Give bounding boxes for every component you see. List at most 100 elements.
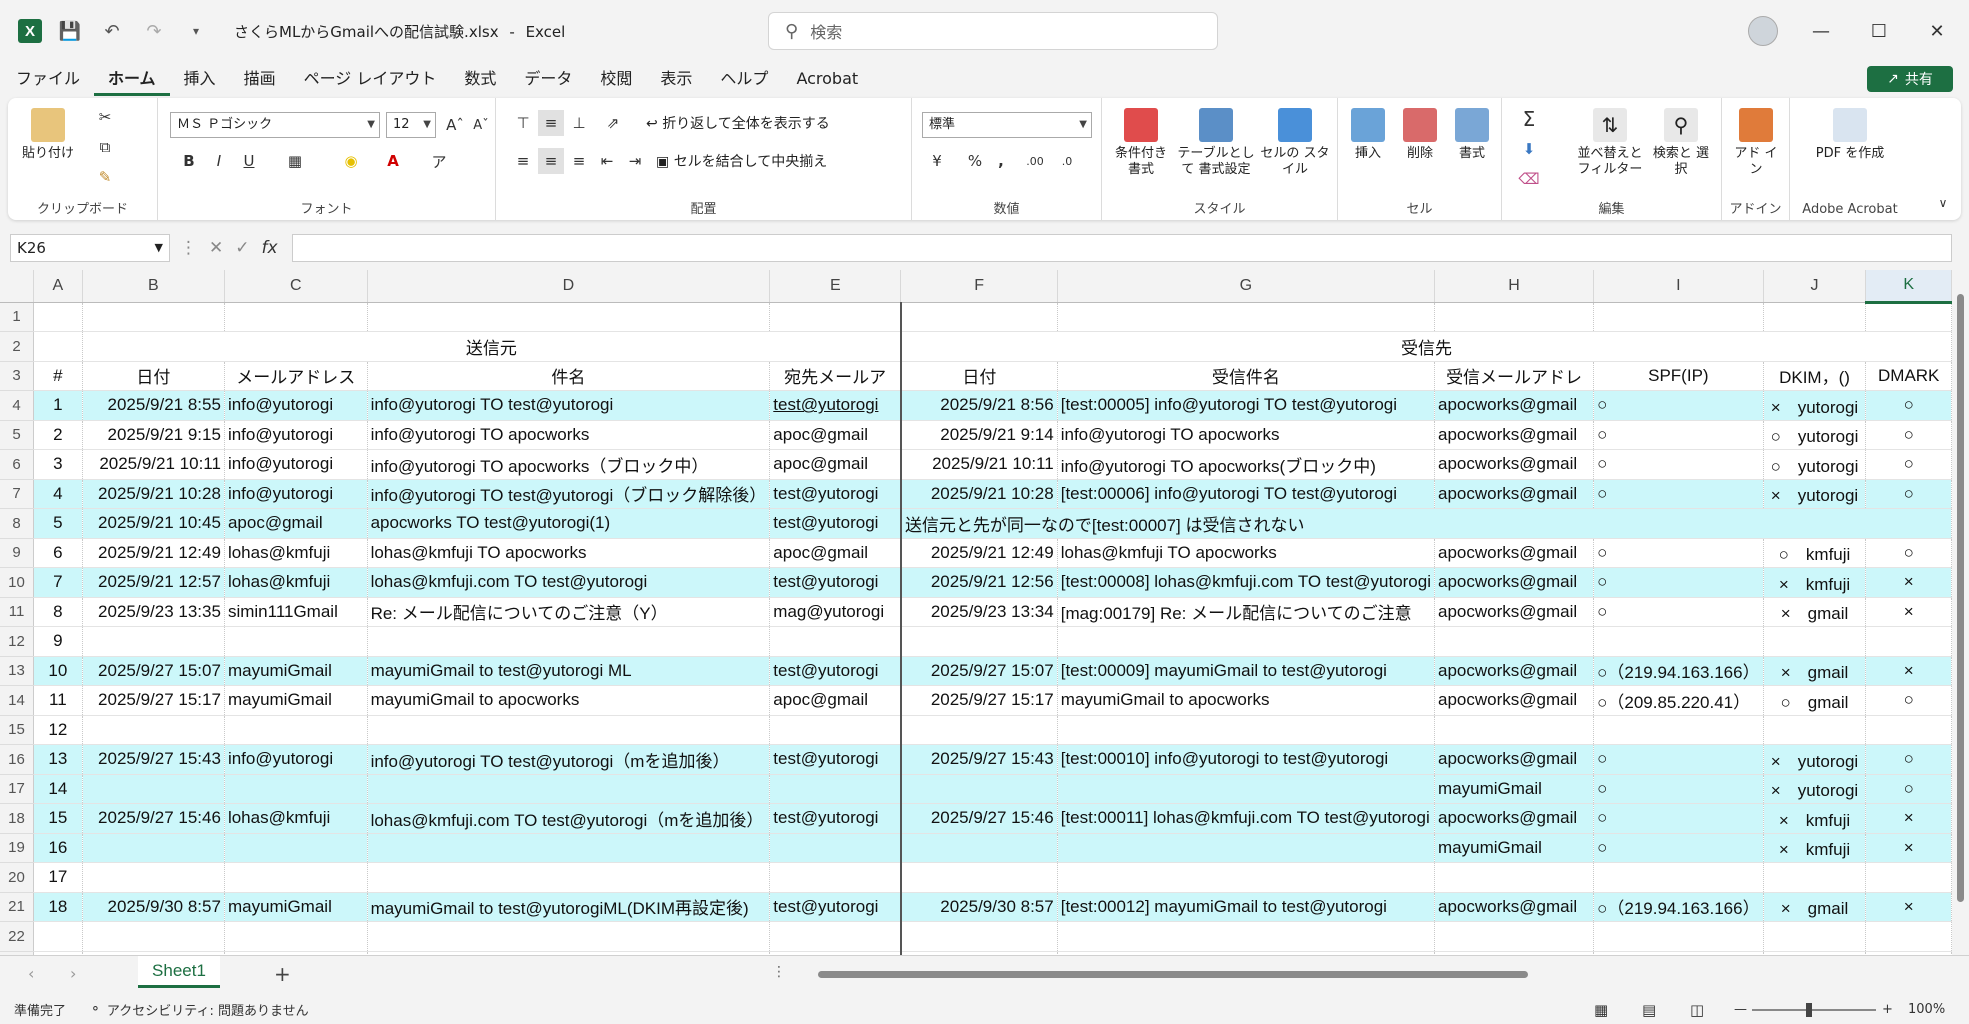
accessibility-icon[interactable]: ⚬ bbox=[90, 1002, 101, 1017]
cell-c[interactable] bbox=[224, 774, 368, 804]
cell-i[interactable]: ○ bbox=[1593, 744, 1764, 775]
column-header-i[interactable]: I bbox=[1593, 270, 1764, 303]
maximize-icon[interactable]: ☐ bbox=[1850, 0, 1908, 62]
cell-h[interactable]: mayumiGmail bbox=[1434, 833, 1595, 863]
cell-h[interactable]: apocworks@gmail bbox=[1434, 803, 1595, 834]
cell-g[interactable]: [test:00012] mayumiGmail to test@yutorog… bbox=[1057, 892, 1436, 922]
row-header[interactable]: 2 bbox=[0, 331, 35, 362]
cell-a[interactable]: 2 bbox=[33, 420, 83, 450]
insert-function-icon[interactable]: fx bbox=[262, 238, 278, 258]
cell-g[interactable]: [test:00010] info@yutorogi to test@yutor… bbox=[1057, 744, 1436, 775]
cell-d[interactable]: mayumiGmail to test@yutorogiML(DKIM再設定後) bbox=[367, 892, 771, 922]
row-header[interactable]: 13 bbox=[0, 656, 35, 686]
cell-g[interactable]: [test:00006] info@yutorogi TO test@yutor… bbox=[1057, 479, 1436, 509]
row-header[interactable]: 16 bbox=[0, 744, 35, 775]
cell-k[interactable]: × bbox=[1865, 567, 1952, 598]
cell-d[interactable]: apocworks TO test@yutorogi(1) bbox=[367, 508, 771, 539]
cell-c[interactable]: mayumiGmail bbox=[224, 656, 368, 686]
cell-f[interactable]: 2025/9/21 12:56 bbox=[900, 567, 1058, 598]
row-header[interactable]: 4 bbox=[0, 390, 35, 421]
save-icon[interactable]: 💾 bbox=[56, 17, 84, 45]
cell-d[interactable] bbox=[367, 833, 771, 863]
cell-e[interactable]: test@yutorogi bbox=[769, 892, 902, 922]
cell-f[interactable] bbox=[900, 862, 1058, 893]
cell-c[interactable] bbox=[224, 626, 368, 657]
row-header[interactable]: 8 bbox=[0, 508, 35, 539]
cell-h[interactable] bbox=[1434, 626, 1595, 657]
header-num[interactable]: # bbox=[33, 361, 83, 391]
cell-g[interactable]: [test:00008] lohas@kmfuji.com TO test@yu… bbox=[1057, 567, 1436, 598]
row-header[interactable]: 20 bbox=[0, 862, 35, 893]
cell-h[interactable]: apocworks@gmail bbox=[1434, 390, 1595, 421]
cell-d[interactable]: mayumiGmail to apocworks bbox=[367, 685, 771, 716]
row-header[interactable]: 9 bbox=[0, 538, 35, 568]
cell-i[interactable]: ○ bbox=[1593, 390, 1764, 421]
cell-a[interactable]: 8 bbox=[33, 597, 83, 627]
close-icon[interactable]: ✕ bbox=[1908, 0, 1966, 62]
cell-c[interactable] bbox=[224, 862, 368, 893]
formula-input[interactable] bbox=[292, 234, 1952, 262]
cell-k[interactable]: × bbox=[1865, 597, 1952, 627]
cell-a[interactable]: 14 bbox=[33, 774, 83, 804]
cell-k[interactable] bbox=[1865, 715, 1952, 745]
cell-h[interactable] bbox=[1434, 921, 1595, 952]
cell-j[interactable]: ○ kmfuji bbox=[1763, 538, 1867, 568]
share-button[interactable]: ↗ 共有 bbox=[1867, 66, 1953, 92]
row-header[interactable]: 19 bbox=[0, 833, 35, 863]
cell-c[interactable] bbox=[224, 715, 368, 745]
header-recv-date[interactable]: 日付 bbox=[900, 361, 1058, 391]
cell-f[interactable]: 2025/9/27 15:07 bbox=[900, 656, 1058, 686]
cell-i[interactable]: ○ bbox=[1593, 538, 1764, 568]
cell-k[interactable]: ○ bbox=[1865, 774, 1952, 804]
enter-icon[interactable]: ✓ bbox=[235, 238, 249, 258]
cell-d[interactable] bbox=[367, 862, 771, 893]
cell-h[interactable] bbox=[1434, 715, 1595, 745]
cell-j[interactable]: × kmfuji bbox=[1763, 833, 1867, 863]
row-header[interactable]: 18 bbox=[0, 803, 35, 834]
more-icon[interactable]: ⋮ bbox=[772, 964, 786, 980]
font-name-select[interactable]: ＭＳ Ｐゴシック ▼ bbox=[170, 112, 380, 138]
format-painter-icon[interactable]: ✎ bbox=[92, 164, 118, 190]
cell-e[interactable]: test@yutorogi bbox=[769, 656, 902, 686]
zoom-slider[interactable] bbox=[1752, 1009, 1876, 1011]
cell[interactable] bbox=[33, 331, 83, 362]
cell-j[interactable]: × kmfuji bbox=[1763, 803, 1867, 834]
undo-icon[interactable]: ↶ bbox=[98, 17, 126, 45]
cell-j[interactable] bbox=[1763, 715, 1867, 745]
column-header-b[interactable]: B bbox=[82, 270, 225, 303]
cell-e[interactable]: apoc@gmail bbox=[769, 420, 902, 450]
cell-h[interactable]: apocworks@gmail bbox=[1434, 567, 1595, 598]
decrease-indent-icon[interactable]: ⇤ bbox=[594, 148, 620, 174]
cell-i[interactable]: ○ bbox=[1593, 449, 1764, 480]
cell-e[interactable]: apoc@gmail bbox=[769, 449, 902, 480]
cell-g[interactable] bbox=[1057, 921, 1436, 952]
cell-g[interactable] bbox=[1057, 833, 1436, 863]
cell-g[interactable] bbox=[1057, 626, 1436, 657]
cell[interactable] bbox=[1865, 302, 1952, 332]
increase-indent-icon[interactable]: ⇥ bbox=[622, 148, 648, 174]
cell-f[interactable] bbox=[900, 715, 1058, 745]
cell-d[interactable]: lohas@kmfuji TO apocworks bbox=[367, 538, 771, 568]
tab-review[interactable]: 校閲 bbox=[586, 62, 646, 96]
cell-c[interactable]: lohas@kmfuji bbox=[224, 803, 368, 834]
column-header-e[interactable]: E bbox=[769, 270, 902, 303]
currency-icon[interactable]: ¥ bbox=[924, 148, 950, 174]
zoom-level[interactable]: 100% bbox=[1908, 1002, 1945, 1017]
tab-page-layout[interactable]: ページ レイアウト bbox=[290, 62, 451, 96]
cell-i[interactable]: ○（209.85.220.41） bbox=[1593, 685, 1764, 716]
sender-header[interactable]: 送信元 bbox=[82, 331, 902, 362]
cell-b[interactable]: 2025/9/21 9:15 bbox=[82, 420, 225, 450]
cell-k[interactable]: ○ bbox=[1865, 479, 1952, 509]
horizontal-scroll-thumb[interactable] bbox=[818, 971, 1528, 978]
cell-a[interactable]: 12 bbox=[33, 715, 83, 745]
cell-d[interactable]: lohas@kmfuji.com TO test@yutorogi（mを追加後） bbox=[367, 803, 771, 834]
cell-a[interactable]: 16 bbox=[33, 833, 83, 863]
merge-center-button[interactable]: ▣ セルを結合して中央揃え bbox=[656, 154, 827, 170]
cell-k[interactable]: ○ bbox=[1865, 449, 1952, 480]
cell-j[interactable]: × yutorogi bbox=[1763, 744, 1867, 775]
cell-g[interactable] bbox=[1057, 715, 1436, 745]
comma-button[interactable]: , bbox=[988, 148, 1014, 174]
note-cell[interactable]: 送信元と先が同一なので[test:00007] は受信されない bbox=[900, 508, 1952, 539]
cell-e[interactable]: test@yutorogi bbox=[769, 567, 902, 598]
cell[interactable] bbox=[769, 302, 902, 332]
